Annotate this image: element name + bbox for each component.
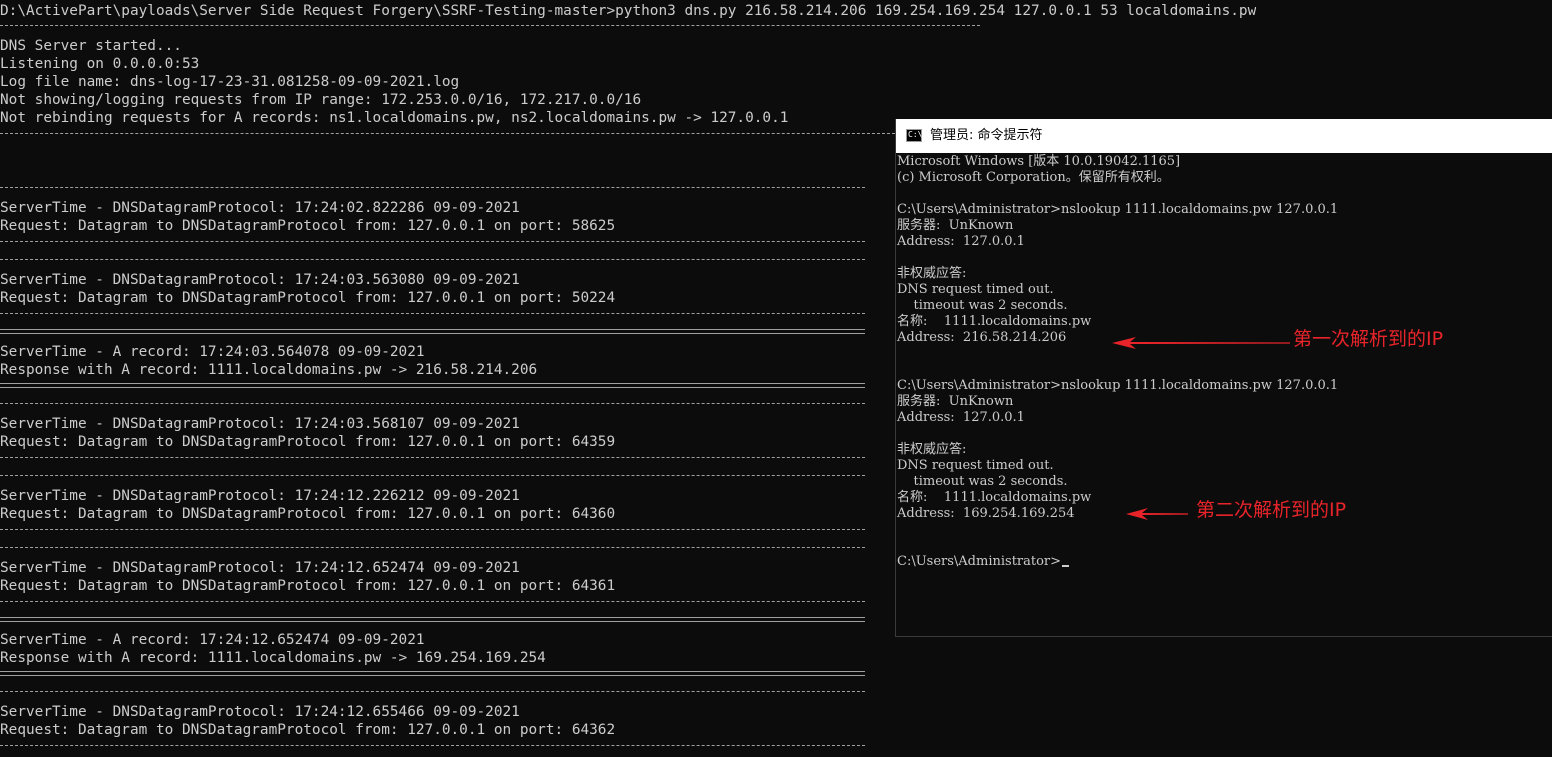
separator — [0, 16, 980, 34]
separator-double — [0, 664, 865, 682]
console-line: ServerTime - DNSDatagramProtocol: 17:24:… — [0, 704, 520, 720]
separator — [0, 682, 865, 700]
cmd-line: 非权威应答: — [897, 266, 967, 281]
separator — [0, 124, 895, 142]
cmd-line: (c) Microsoft Corporation。保留所有权利。 — [897, 170, 1170, 185]
separator-double — [0, 322, 865, 340]
red-arrow-icon — [1112, 336, 1290, 350]
cmd-line: Microsoft Windows [版本 10.0.19042.1165] — [897, 154, 1181, 169]
separator — [0, 736, 865, 754]
separator — [0, 592, 865, 610]
cmd-titlebar[interactable]: C:\ 管理员: 命令提示符 — [896, 119, 1552, 153]
cmd-line: DNS request timed out. — [897, 458, 1054, 473]
annotation-second-ip: 第二次解析到的IP — [1196, 499, 1347, 521]
console-line: DNS Server started... — [0, 38, 182, 54]
cmd-line: timeout was 2 seconds. — [897, 474, 1068, 489]
separator — [0, 538, 865, 556]
console-line: ServerTime - DNSDatagramProtocol: 17:24:… — [0, 488, 520, 504]
cmd-line: timeout was 2 seconds. — [897, 298, 1068, 313]
cmd-console-body[interactable]: Microsoft Windows [版本 10.0.19042.1165] (… — [896, 153, 1552, 636]
separator — [0, 520, 865, 538]
cmd-line: Address: 127.0.0.1 — [897, 234, 1025, 249]
red-arrow-icon — [1126, 507, 1188, 521]
separator — [0, 394, 865, 412]
console-line: ServerTime - A record: 17:24:03.564078 0… — [0, 344, 425, 360]
cmd-window-title: 管理员: 命令提示符 — [930, 128, 1043, 143]
separator — [0, 250, 865, 268]
console-line: ServerTime - DNSDatagramProtocol: 17:24:… — [0, 200, 520, 216]
cmd-window[interactable]: C:\ 管理员: 命令提示符 Microsoft Windows [版本 10.… — [895, 119, 1552, 637]
cmd-line: Address: 127.0.0.1 — [897, 410, 1025, 425]
console-line: ServerTime - DNSDatagramProtocol: 17:24:… — [0, 416, 520, 432]
separator — [0, 304, 865, 322]
annotation-first-ip: 第一次解析到的IP — [1293, 328, 1444, 350]
separator — [0, 448, 865, 466]
cmd-line: 名称: 1111.localdomains.pw — [897, 490, 1092, 505]
separator-double — [0, 376, 865, 394]
console-line: ServerTime - DNSDatagramProtocol: 17:24:… — [0, 272, 520, 288]
cmd-line: Address: 216.58.214.206 — [897, 330, 1067, 345]
separator-double — [0, 610, 865, 628]
cmd-line: C:\Users\Administrator>nslookup 1111.loc… — [897, 378, 1339, 393]
cmd-line: 服务器: UnKnown — [897, 394, 1014, 409]
separator — [0, 232, 865, 250]
cmd-line: 服务器: UnKnown — [897, 218, 1014, 233]
separator — [0, 178, 865, 196]
separator — [0, 466, 865, 484]
cmd-prompt-icon: C:\ — [906, 129, 922, 142]
cmd-prompt: C:\Users\Administrator> — [897, 554, 1062, 569]
console-line: Listening on 0.0.0.0:53 — [0, 56, 200, 72]
console-line: Log file name: dns-log-17-23-31.081258-0… — [0, 74, 460, 90]
cmd-line: DNS request timed out. — [897, 282, 1054, 297]
console-line: Not showing/logging requests from IP ran… — [0, 92, 642, 108]
console-line: ServerTime - DNSDatagramProtocol: 17:24:… — [0, 560, 520, 576]
cmd-line: 名称: 1111.localdomains.pw — [897, 314, 1092, 329]
console-line: ServerTime - A record: 17:24:12.652474 0… — [0, 632, 425, 648]
cmd-line: Address: 169.254.169.254 — [897, 506, 1075, 521]
cmd-line: C:\Users\Administrator>nslookup 1111.loc… — [897, 202, 1339, 217]
text-cursor — [1062, 565, 1070, 567]
cmd-line: 非权威应答: — [897, 442, 967, 457]
cmd-prompt-line[interactable]: C:\Users\Administrator> — [897, 554, 1070, 570]
